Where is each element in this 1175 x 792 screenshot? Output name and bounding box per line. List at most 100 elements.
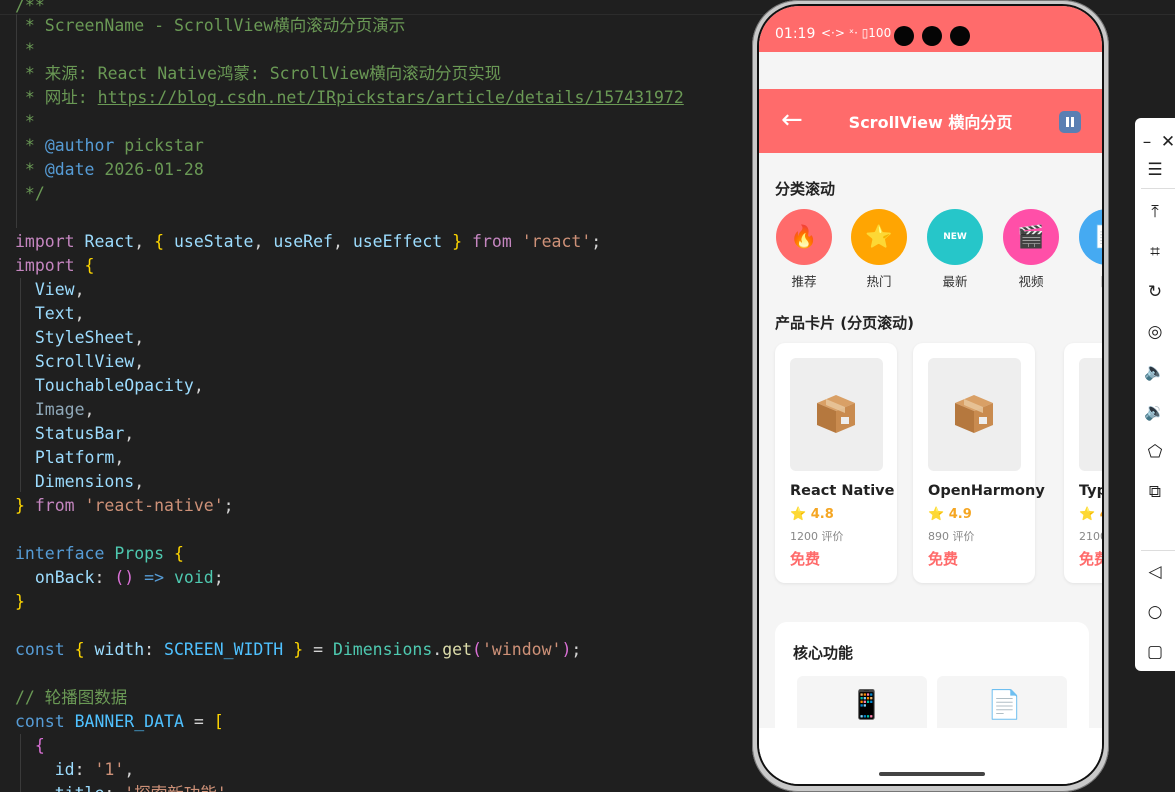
home-nav-icon[interactable]: ○: [1135, 600, 1175, 624]
code-line: */: [15, 184, 45, 203]
product-name: React Native: [790, 483, 895, 499]
code-line: * 网址: https://blog.csdn.net/IRpickstars/…: [15, 88, 684, 107]
app-header: ← ScrollView 横向分页: [759, 89, 1102, 153]
code-line: import {: [15, 256, 95, 275]
code-line: * @date 2026-01-28: [15, 160, 204, 179]
volume-up-icon[interactable]: 🔈: [1135, 360, 1175, 384]
volume-down-icon[interactable]: 🔉: [1135, 400, 1175, 424]
crop-icon[interactable]: ⌗: [1135, 240, 1175, 264]
product-price: 免费: [790, 550, 821, 568]
code-line: title: '探索新功能',: [15, 782, 237, 792]
category-icon: ⭐: [851, 209, 907, 265]
product-price: 免费: [928, 550, 959, 568]
status-icons: <·> ˣ· ▯100: [821, 26, 892, 40]
section-title-products: 产品卡片 (分页滚动): [775, 314, 914, 332]
phone-icon: 📱: [849, 688, 884, 721]
devices-icon[interactable]: ⧉: [1135, 480, 1175, 504]
code-line: onBack: () => void;: [34, 568, 224, 587]
star-icon: ⭐: [790, 507, 807, 522]
category-item[interactable]: 📄图: [1078, 209, 1102, 290]
product-reviews: 890 评价: [928, 530, 975, 543]
code-line: *: [15, 112, 35, 131]
code-line: Image,: [34, 400, 95, 419]
minimize-icon[interactable]: –: [1135, 130, 1159, 154]
category-item[interactable]: 🎬 视频: [1002, 209, 1060, 290]
screenshot-icon[interactable]: ◎: [1135, 320, 1175, 344]
rotate-icon[interactable]: ↻: [1135, 280, 1175, 304]
code-line: Dimensions,: [34, 472, 145, 491]
product-rating: ⭐ 4.8: [790, 507, 834, 522]
document-icon: 📄: [987, 688, 1022, 721]
pause-icon[interactable]: [1059, 111, 1081, 133]
camera-icon: [894, 26, 914, 46]
product-name: OpenHarmony: [928, 483, 1045, 499]
category-label: 最新: [942, 274, 968, 289]
product-rating: ⭐ 4.9: [928, 507, 972, 522]
star-icon: ⭐: [1079, 507, 1096, 522]
phone-emulator: 01:19 <·> ˣ· ▯100 ← ScrollView 横向分页 分类滚动…: [752, 0, 1109, 792]
product-name: TypeScript: [1079, 483, 1102, 499]
code-line: ScrollView,: [34, 352, 145, 371]
category-label: 推荐: [791, 274, 817, 289]
code-line: TouchableOpacity,: [34, 376, 204, 395]
category-label: 热门: [866, 274, 892, 289]
home-indicator[interactable]: [879, 772, 985, 776]
code-line: * ScreenName - ScrollView横向滚动分页演示: [15, 16, 406, 35]
category-icon: 🔥: [776, 209, 832, 265]
pin-top-icon[interactable]: ⤒: [1135, 200, 1175, 224]
status-bar: 01:19 <·> ˣ· ▯100: [759, 6, 1102, 52]
product-image: [928, 358, 1021, 471]
close-icon[interactable]: ✕: [1159, 130, 1175, 154]
recent-nav-icon[interactable]: ▢: [1135, 640, 1175, 664]
star-icon: ⭐: [928, 507, 945, 522]
back-nav-icon[interactable]: ◁: [1135, 560, 1175, 584]
product-rating: ⭐ 4.7: [1079, 507, 1102, 522]
product-reviews: 2100 评价: [1079, 530, 1102, 543]
code-line: * @author pickstar: [15, 136, 204, 155]
code-line: id: '1',: [54, 760, 135, 779]
code-line: Platform,: [34, 448, 125, 467]
phone-screen[interactable]: 01:19 <·> ˣ· ▯100 ← ScrollView 横向分页 分类滚动…: [759, 6, 1102, 784]
category-label: 视频: [1018, 274, 1044, 289]
page-title: ScrollView 横向分页: [848, 113, 1013, 132]
category-icon: 📄: [1079, 209, 1102, 265]
code-line: } from 'react-native';: [15, 496, 234, 515]
code-line: import React, { useState, useRef, useEff…: [15, 232, 602, 251]
category-item[interactable]: ⭐ 热门: [850, 209, 908, 290]
emulator-toolbar: – ✕ ☰ ⤒ ⌗ ↻ ◎ 🔈 🔉 ⬠ ⧉ ◁ ○ ▢: [1135, 118, 1175, 671]
code-line: StatusBar,: [34, 424, 135, 443]
code-line: // 轮播图数据: [15, 688, 128, 707]
package-icon: [813, 393, 859, 435]
category-icon: 🎬: [1003, 209, 1059, 265]
category-icon: NEW: [927, 209, 983, 265]
shake-icon[interactable]: ⬠: [1135, 440, 1175, 464]
category-item[interactable]: 🔥 推荐: [775, 209, 833, 290]
category-label: 图: [1078, 271, 1102, 290]
back-arrow-icon[interactable]: ←: [781, 103, 803, 137]
code-line: {: [34, 736, 45, 755]
product-image: [1079, 358, 1102, 471]
code-line: * 来源: React Native鸿蒙: ScrollView横向滚动分页实现: [15, 64, 502, 83]
product-reviews: 1200 评价: [790, 530, 844, 543]
product-image: [790, 358, 883, 471]
code-line: *: [15, 40, 35, 59]
camera-icon: [950, 26, 970, 46]
code-line: }: [15, 592, 25, 611]
product-card[interactable]: OpenHarmony ⭐ 4.9 890 评价免费: [913, 343, 1045, 583]
category-item[interactable]: NEW 最新: [926, 209, 984, 290]
product-price: 免费: [1079, 550, 1102, 568]
product-card[interactable]: React Native ⭐ 4.8 1200 评价免费: [775, 343, 897, 583]
code-line: const { width: SCREEN_WIDTH } = Dimensio…: [15, 640, 582, 659]
section-title-features: 核心功能: [793, 644, 854, 662]
camera-icon: [922, 26, 942, 46]
code-line: Text,: [34, 304, 85, 323]
code-line: View,: [34, 280, 85, 299]
status-time: 01:19: [775, 26, 816, 42]
code-line: const BANNER_DATA = [: [15, 712, 224, 731]
package-icon: [951, 393, 997, 435]
code-line: StyleSheet,: [34, 328, 145, 347]
product-card[interactable]: TypeScript ⭐ 4.7 2100 评价免费: [1064, 343, 1102, 583]
code-line: interface Props {: [15, 544, 184, 563]
section-title-categories: 分类滚动: [775, 180, 836, 198]
menu-icon[interactable]: ☰: [1135, 158, 1175, 182]
